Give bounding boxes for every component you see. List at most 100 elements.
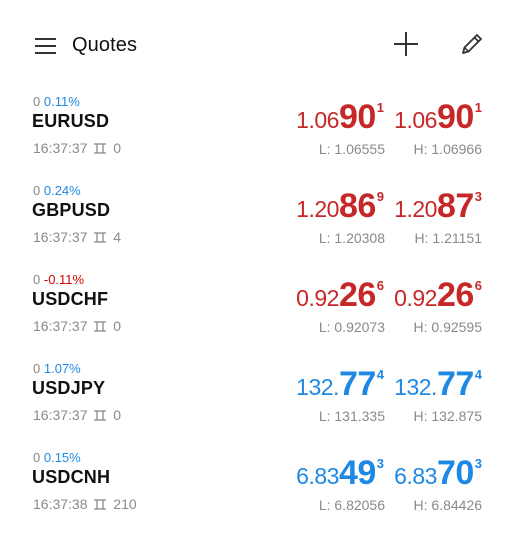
spread-icon <box>94 499 107 510</box>
bid-price-pips: 86 <box>338 187 376 225</box>
quote-time: 16:37:37 <box>33 140 88 156</box>
ask-price-pips: 70 <box>436 454 474 492</box>
quotes-list: 0 0.11% EURUSD 16:37:37 0 1.06901 1.0690… <box>0 88 520 533</box>
bid-price-fraction: 4 <box>376 367 384 382</box>
ask-price-fraction: 4 <box>474 367 482 382</box>
quote-time: 16:37:37 <box>33 318 88 334</box>
change-percent: 0.15% <box>43 450 81 465</box>
change-percent: 0.11% <box>43 94 80 109</box>
ask-price-prefix: 6.83 <box>394 463 437 489</box>
spread-icon <box>94 143 107 154</box>
low-price: L: 6.82056 <box>318 497 385 513</box>
quote-row-eurusd[interactable]: 0 0.11% EURUSD 16:37:37 0 1.06901 1.0690… <box>0 88 520 177</box>
spread-value: 0 <box>113 407 122 423</box>
ask-price: 0.92266 <box>394 276 482 315</box>
quote-row-usdjpy[interactable]: 0 1.07% USDJPY 16:37:37 0 132.774 132.77… <box>0 355 520 444</box>
spread-value: 0 <box>113 318 122 334</box>
bid-price-prefix: 6.83 <box>296 463 339 489</box>
ask-price-prefix: 0.92 <box>394 285 437 311</box>
bid-price-pips: 90 <box>338 98 376 136</box>
spread-value: 0 <box>113 140 122 156</box>
quote-time: 16:37:37 <box>33 229 88 245</box>
change-points: 0 <box>33 272 41 287</box>
change-points: 0 <box>33 361 41 376</box>
toolbar: Quotes <box>0 20 520 72</box>
change-percent: -0.11% <box>43 272 85 287</box>
ask-price-fraction: 3 <box>474 189 482 204</box>
ask-price: 132.774 <box>394 365 482 404</box>
pencil-icon[interactable] <box>458 30 486 58</box>
daily-change: 0 1.07% <box>33 361 81 376</box>
spread-icon <box>94 321 107 332</box>
ask-price-pips: 26 <box>436 276 474 314</box>
bid-price-prefix: 132. <box>296 374 339 400</box>
bid-price-pips: 77 <box>338 365 376 403</box>
bid-price-prefix: 0.92 <box>296 285 339 311</box>
change-points: 0 <box>33 450 41 465</box>
low-price: L: 0.92073 <box>318 319 385 335</box>
quote-row-usdchf[interactable]: 0 -0.11% USDCHF 16:37:37 0 0.92266 0.922… <box>0 266 520 355</box>
bid-price-prefix: 1.20 <box>296 196 339 222</box>
daily-change: 0 0.15% <box>33 450 81 465</box>
bid-price-fraction: 6 <box>376 278 384 293</box>
bid-price: 1.06901 <box>296 98 384 137</box>
ask-price-prefix: 1.06 <box>394 107 437 133</box>
bid-price: 1.20869 <box>296 187 384 226</box>
low-price: L: 131.335 <box>318 408 385 424</box>
ask-price-fraction: 1 <box>474 100 482 115</box>
low-price: L: 1.06555 <box>318 141 385 157</box>
quote-meta: 16:37:37 0 <box>33 140 121 156</box>
high-price: H: 0.92595 <box>413 319 483 335</box>
quote-time: 16:37:37 <box>33 407 88 423</box>
ask-price-prefix: 1.20 <box>394 196 437 222</box>
symbol-name: USDCHF <box>32 289 109 309</box>
high-price: H: 1.21151 <box>414 230 482 246</box>
change-points: 0 <box>33 94 41 109</box>
ask-price: 6.83703 <box>394 454 482 493</box>
ask-price-pips: 87 <box>436 187 474 225</box>
bid-price: 0.92266 <box>296 276 384 315</box>
ask-price-fraction: 6 <box>474 278 482 293</box>
ask-price-prefix: 132. <box>394 374 437 400</box>
spread-value: 210 <box>113 496 137 512</box>
bid-price-prefix: 1.06 <box>296 107 339 133</box>
page-title: Quotes <box>72 34 138 56</box>
ask-price: 1.20873 <box>394 187 482 226</box>
quote-meta: 16:37:37 0 <box>33 318 121 334</box>
bid-price-fraction: 3 <box>376 456 384 471</box>
ask-price-fraction: 3 <box>474 456 482 471</box>
quote-row-gbpusd[interactable]: 0 0.24% GBPUSD 16:37:37 4 1.20869 1.2087… <box>0 177 520 266</box>
plus-icon[interactable] <box>392 30 420 58</box>
high-price: H: 1.06966 <box>413 141 483 157</box>
quote-time: 16:37:38 <box>33 496 88 512</box>
symbol-name: USDJPY <box>32 378 106 398</box>
low-price: L: 1.20308 <box>318 230 385 246</box>
change-percent: 0.24% <box>43 183 81 198</box>
menu-icon[interactable] <box>34 36 58 56</box>
bid-price: 6.83493 <box>296 454 384 493</box>
bid-price-pips: 49 <box>338 454 376 492</box>
spread-value: 4 <box>113 229 122 245</box>
daily-change: 0 0.11% <box>33 94 80 109</box>
daily-change: 0 0.24% <box>33 183 81 198</box>
change-percent: 1.07% <box>43 361 81 376</box>
high-price: H: 132.875 <box>413 408 483 424</box>
bid-price-pips: 26 <box>338 276 376 314</box>
spread-icon <box>94 410 107 421</box>
symbol-name: EURUSD <box>32 111 110 131</box>
spread-icon <box>94 232 107 243</box>
daily-change: 0 -0.11% <box>33 272 84 287</box>
bid-price-fraction: 1 <box>376 100 384 115</box>
ask-price-pips: 77 <box>436 365 474 403</box>
symbol-name: GBPUSD <box>32 200 111 220</box>
quote-meta: 16:37:38 210 <box>33 496 137 512</box>
bid-price: 132.774 <box>296 365 384 404</box>
symbol-name: USDCNH <box>32 467 111 487</box>
high-price: H: 6.84426 <box>413 497 483 513</box>
quote-meta: 16:37:37 4 <box>33 229 121 245</box>
ask-price: 1.06901 <box>394 98 482 137</box>
bid-price-fraction: 9 <box>376 189 384 204</box>
ask-price-pips: 90 <box>436 98 474 136</box>
quote-row-usdcnh[interactable]: 0 0.15% USDCNH 16:37:38 210 6.83493 6.83… <box>0 444 520 533</box>
quote-meta: 16:37:37 0 <box>33 407 121 423</box>
